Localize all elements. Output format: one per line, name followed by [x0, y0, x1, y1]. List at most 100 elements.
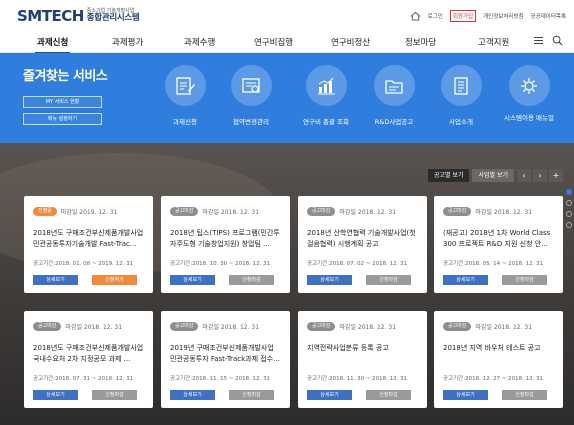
card-buttons: 상세보기 신청마감	[33, 390, 137, 400]
slide-dot[interactable]	[566, 211, 572, 217]
detail-button[interactable]: 상세보기	[33, 390, 78, 400]
card-buttons: 상세보기 신청마감	[170, 275, 274, 285]
notice-card[interactable]: 공고마감 마감일 2018. 12. 31 2018년 산학연협력 기술개발사업…	[298, 196, 427, 293]
detail-button[interactable]: 상세보기	[307, 275, 352, 285]
card-header: 공고마감 마감일 2018. 12. 31	[443, 322, 532, 331]
nav-item-info[interactable]: 정보마당	[405, 36, 436, 48]
card-deadline: 마감일 2018. 12. 31	[339, 209, 397, 216]
public-data-link[interactable]: 공공데이터목록	[531, 12, 566, 20]
card-buttons: 상세보기 신청하기	[33, 275, 137, 285]
card-buttons: 상세보기 신청마감	[443, 275, 547, 285]
card-period: 공고기간:2018. 07. 31 ~ 2018. 12. 31	[33, 376, 134, 382]
document-list-icon	[454, 76, 468, 95]
card-deadline: 마감일 2018. 12. 31	[202, 324, 260, 331]
menu-icon[interactable]	[533, 35, 544, 46]
card-title[interactable]: 2018년도 구매조건부신제품개발사업 국내수요처 2차 지정공모 과제 ...	[33, 343, 145, 364]
service-apply[interactable]: 과제신청	[152, 65, 218, 127]
service-contract-circle	[230, 65, 272, 106]
notice-card[interactable]: 공고마감 마감일 2018. 12. 31 (재공고) 2018년 1차 Wor…	[434, 196, 563, 293]
more-button[interactable]: +	[549, 169, 563, 182]
edit-document-icon	[176, 76, 195, 95]
detail-button[interactable]: 상세보기	[170, 275, 215, 285]
home-icon[interactable]	[410, 11, 421, 21]
card-buttons: 상세보기 신청마감	[443, 390, 547, 400]
nav-item-settlement[interactable]: 연구비정산	[331, 36, 370, 48]
card-title[interactable]: 2018년 팁스(TIPS) 프로그램(민간투자주도형 기술창업지원) 창업팀 …	[170, 228, 282, 249]
service-rnd-circle	[373, 65, 415, 106]
card-title[interactable]: 2019년 구매조건부신제품개발사업 민관공동투자 Fast-Track과제 접…	[170, 343, 282, 364]
announcement-folder-icon	[385, 79, 403, 94]
card-header: 공고마감 마감일 2018. 12. 31	[307, 322, 396, 331]
card-header: 공고마감 마감일 2018. 12. 31	[443, 207, 532, 216]
slide-dot[interactable]	[566, 222, 572, 228]
service-label: 시스템이용 매뉴얼	[504, 114, 554, 122]
apply-button[interactable]: 신청하기	[92, 275, 137, 285]
status-badge: 공고마감	[443, 322, 472, 331]
tab-by-business[interactable]: 사업별 보기	[472, 169, 514, 182]
notice-card[interactable]: 공고마감 마감일 2018. 12. 31 지역전략사업분류 등록 공고 공고기…	[298, 311, 427, 408]
apply-button[interactable]: 신청마감	[92, 390, 137, 400]
logo-subtitle-line2: 종합관리시스템	[86, 13, 140, 24]
detail-button[interactable]: 상세보기	[170, 390, 215, 400]
next-page-button[interactable]: ›	[533, 169, 547, 182]
apply-button[interactable]: 신청마감	[502, 390, 547, 400]
utility-links: 로그인 회원가입 개인정보처리방침 공공데이터목록	[410, 10, 566, 22]
logo-subtitle: 중소기업 기술개발사업 종합관리시스템	[86, 8, 140, 24]
card-period: 공고기간:2018. 11. 30 ~ 2018. 12. 31	[307, 376, 408, 382]
detail-button[interactable]: 상세보기	[443, 275, 488, 285]
nav-item-execution[interactable]: 과제수행	[184, 36, 215, 48]
service-contract-change[interactable]: 협약변경관리	[218, 65, 284, 127]
card-title[interactable]: 지역전략사업분류 등록 공고	[307, 343, 419, 364]
status-badge: 공고마감	[443, 207, 472, 216]
prev-page-button[interactable]: ‹	[517, 169, 531, 182]
my-services-button[interactable]: MY 서비스 현황	[23, 96, 102, 108]
logo-wordmark: SMTECH	[17, 7, 84, 25]
service-business-intro[interactable]: 사업소개	[428, 65, 494, 127]
contract-change-icon	[242, 77, 260, 93]
card-title[interactable]: 2018년도 구매조건부신제품개발사업 민관공동투자기술개발 Fast-Trac…	[33, 228, 145, 249]
card-period: 공고기간:2018. 11. 15 ~ 2018. 12. 31	[170, 376, 271, 382]
slide-dot[interactable]	[566, 200, 572, 206]
notice-card[interactable]: 공고마감 마감일 2018. 12. 31 2018년 지역 바우처 테스트 공…	[434, 311, 563, 408]
apply-button[interactable]: 신청마감	[502, 275, 547, 285]
card-buttons: 상세보기 신청마감	[307, 275, 411, 285]
nav-item-budget[interactable]: 연구비집행	[254, 36, 293, 48]
card-title[interactable]: 2018년 산학연협력 기술개발사업(첫걸음협력) 시행계획 공고	[307, 228, 419, 249]
service-system-manual[interactable]: 시스템이용 매뉴얼	[496, 65, 562, 123]
status-badge: 공고마감	[170, 207, 199, 216]
card-title[interactable]: (재공고) 2018년 1차 World Class 300 프로젝트 R&D …	[443, 228, 555, 249]
detail-button[interactable]: 상세보기	[443, 390, 488, 400]
notice-card[interactable]: 진행중 마감일 2019. 12. 31 2018년도 구매조건부신제품개발사업…	[24, 196, 153, 293]
notice-card[interactable]: 공고마감 마감일 2018. 12. 31 2018년도 구매조건부신제품개발사…	[24, 311, 153, 408]
nav-item-evaluation[interactable]: 과제평가	[112, 36, 143, 48]
menu-settings-button[interactable]: 메뉴 설정하기	[23, 113, 102, 125]
service-budget-overview[interactable]: 연구비 총괄 조회	[293, 65, 359, 127]
tab-by-announcement[interactable]: 공고별 보기	[427, 169, 470, 182]
signup-link[interactable]: 회원가입	[449, 10, 477, 22]
smtech-logo[interactable]: SMTECH 중소기업 기술개발사업 종합관리시스템	[17, 7, 140, 25]
notice-card[interactable]: 공고마감 마감일 2018. 12. 31 2019년 구매조건부신제품개발사업…	[161, 311, 290, 408]
nav-item-apply[interactable]: 과제신청	[34, 36, 71, 54]
card-buttons: 상세보기 신청마감	[170, 390, 274, 400]
card-buttons: 상세보기 신청마감	[307, 390, 411, 400]
search-icon[interactable]	[552, 35, 563, 46]
card-period: 공고기간:2018. 05. 14 ~ 2018. 12. 31	[443, 261, 544, 267]
top-header: SMTECH 중소기업 기술개발사업 종합관리시스템 로그인 회원가입 개인정보…	[0, 0, 574, 31]
status-badge: 공고마감	[33, 322, 62, 331]
apply-button[interactable]: 신청마감	[366, 390, 411, 400]
card-title[interactable]: 2018년 지역 바우처 테스트 공고	[443, 343, 555, 364]
nav-item-support[interactable]: 고객지원	[478, 36, 509, 48]
notice-card[interactable]: 공고마감 마감일 2018. 12. 31 2018년 팁스(TIPS) 프로그…	[161, 196, 290, 293]
slide-dot[interactable]	[566, 189, 572, 195]
apply-button[interactable]: 신청마감	[229, 390, 274, 400]
login-link[interactable]: 로그인	[428, 12, 443, 20]
apply-button[interactable]: 신청마감	[229, 275, 274, 285]
service-rnd-announcement[interactable]: R&D사업공고	[361, 65, 427, 127]
card-period: 공고기간:2018. 10. 30 ~ 2018. 12. 31	[170, 261, 271, 267]
detail-button[interactable]: 상세보기	[33, 275, 78, 285]
privacy-policy-link[interactable]: 개인정보처리방침	[483, 12, 523, 20]
detail-button[interactable]: 상세보기	[307, 390, 352, 400]
card-period: 공고기간:2018. 07. 02 ~ 2018. 12. 31	[307, 261, 408, 267]
card-deadline: 마감일 2018. 12. 31	[339, 324, 397, 331]
apply-button[interactable]: 신청마감	[366, 275, 411, 285]
